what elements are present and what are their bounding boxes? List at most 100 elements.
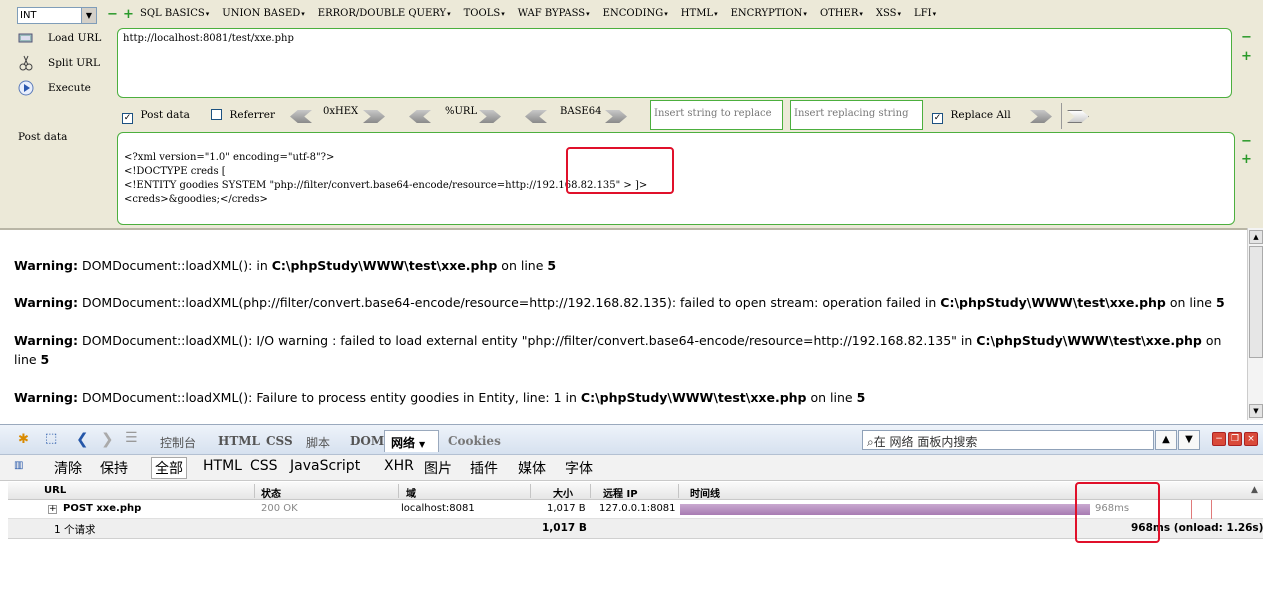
- hackbar-panel: INT ▼ − + SQL BASICS UNION BASED ERROR/D…: [0, 0, 1263, 228]
- plus-icon[interactable]: +: [123, 8, 134, 21]
- scissors-icon: [18, 55, 34, 71]
- tab-cookies[interactable]: Cookies: [448, 434, 501, 448]
- column-status[interactable]: 状态: [261, 485, 281, 500]
- filter-css[interactable]: CSS: [250, 458, 278, 474]
- warning-text: DOMDocument::loadXML(): I/O warning : fa…: [77, 333, 977, 348]
- close-icon[interactable]: ×: [1244, 432, 1258, 446]
- column-size[interactable]: 大小: [553, 485, 573, 500]
- list-icon[interactable]: ☰: [125, 430, 138, 446]
- url-decode-arrow-icon[interactable]: [409, 110, 431, 123]
- tab-html[interactable]: HTML: [218, 434, 260, 448]
- tab-network-label: 网络: [391, 436, 416, 450]
- xhr-icon[interactable]: ▥: [14, 460, 23, 471]
- hex-encode-arrow-icon[interactable]: [363, 110, 385, 123]
- warning-line: 5: [40, 352, 50, 367]
- insert-string-input[interactable]: Insert string to replace: [650, 100, 783, 130]
- tab-css[interactable]: CSS: [266, 434, 293, 448]
- menu-waf-bypass[interactable]: WAF BYPASS: [518, 8, 590, 24]
- expand-icon[interactable]: +: [48, 505, 57, 514]
- load-url-icon: [18, 30, 34, 46]
- filter-fonts[interactable]: 字体: [565, 458, 593, 478]
- minimize-icon[interactable]: −: [1212, 432, 1226, 446]
- column-domain[interactable]: 域: [406, 485, 416, 500]
- filter-javascript[interactable]: JavaScript: [290, 458, 360, 474]
- menu-xss[interactable]: XSS: [876, 8, 901, 24]
- menu-encoding[interactable]: ENCODING: [603, 8, 668, 24]
- plus-icon[interactable]: +: [1241, 153, 1252, 166]
- base64-decode-arrow-icon[interactable]: [525, 110, 547, 123]
- panel-search-input[interactable]: ⌕在 网络 面板内搜索: [862, 430, 1154, 450]
- menu-union-based[interactable]: UNION BASED: [222, 8, 305, 24]
- domcontent-marker: [1211, 500, 1212, 519]
- warning-message: Warning: DOMDocument::loadXML(): I/O war…: [14, 331, 1239, 369]
- plus-icon[interactable]: +: [1241, 50, 1252, 63]
- filter-plugins[interactable]: 插件: [470, 458, 498, 478]
- filter-clear[interactable]: 清除: [54, 458, 82, 478]
- filter-images[interactable]: 图片: [424, 458, 452, 478]
- forward-icon[interactable]: ❯: [101, 430, 114, 448]
- load-url-button[interactable]: Load URL: [18, 28, 101, 48]
- firebug-icon[interactable]: ✱: [18, 432, 29, 447]
- filter-all[interactable]: 全部: [151, 457, 187, 479]
- minus-icon[interactable]: −: [1241, 31, 1252, 44]
- scroll-up-icon[interactable]: ▲: [1249, 230, 1263, 244]
- vertical-scrollbar[interactable]: ▲ ▼: [1247, 228, 1263, 420]
- minus-icon[interactable]: −: [1241, 135, 1252, 148]
- search-icon: ⌕: [867, 435, 874, 449]
- scroll-down-icon[interactable]: ▼: [1249, 404, 1263, 418]
- tab-script[interactable]: 脚本: [306, 434, 330, 451]
- tab-dom[interactable]: DOM: [350, 434, 384, 448]
- filter-html[interactable]: HTML: [203, 458, 242, 474]
- menu-encryption[interactable]: ENCRYPTION: [731, 8, 807, 24]
- post-data-textarea[interactable]: <?xml version="1.0" encoding="utf-8"?> <!…: [117, 132, 1235, 225]
- post-data-checkbox-label: Post data: [140, 109, 190, 121]
- sort-up-icon[interactable]: ▲: [1251, 485, 1258, 495]
- minus-icon[interactable]: −: [107, 8, 118, 21]
- menu-html[interactable]: HTML: [681, 8, 718, 24]
- warning-online: on line: [1165, 295, 1216, 310]
- inspect-icon[interactable]: ⬚: [45, 431, 57, 446]
- column-remote-ip[interactable]: 远程 IP: [603, 485, 638, 500]
- divider: [1061, 103, 1062, 129]
- detach-icon[interactable]: ❐: [1228, 432, 1242, 446]
- chevron-down-icon[interactable]: ▼: [81, 8, 96, 23]
- url-encode-arrow-icon[interactable]: [479, 110, 501, 123]
- column-timeline[interactable]: 时间线: [690, 485, 720, 500]
- search-next-icon[interactable]: ▼: [1178, 430, 1200, 450]
- referrer-checkbox[interactable]: Referrer: [211, 108, 275, 121]
- timeline-bar: [680, 504, 1090, 515]
- back-icon[interactable]: ❮: [76, 430, 89, 448]
- filter-persist[interactable]: 保持: [100, 458, 128, 478]
- search-placeholder: 在 网络 面板内搜索: [873, 435, 978, 449]
- menu-other[interactable]: OTHER: [820, 8, 863, 24]
- request-url: POST xxe.php: [63, 503, 142, 514]
- execute-button[interactable]: Execute: [18, 78, 91, 98]
- split-url-button[interactable]: Split URL: [18, 53, 100, 73]
- column-url[interactable]: URL: [44, 485, 66, 496]
- type-select[interactable]: INT ▼: [17, 7, 97, 24]
- base64-encode-arrow-icon[interactable]: [605, 110, 627, 123]
- highlight-annotation: [1075, 482, 1160, 543]
- replace-all-arrow-icon[interactable]: [1067, 110, 1089, 123]
- tab-console[interactable]: 控制台: [160, 434, 196, 451]
- request-remote-ip: 127.0.0.1:8081: [599, 503, 676, 514]
- search-prev-icon[interactable]: ▲: [1155, 430, 1177, 450]
- menu-error-double-query[interactable]: ERROR/DOUBLE QUERY: [318, 8, 451, 24]
- tab-network[interactable]: 网络 ▼: [384, 430, 439, 452]
- menu-sql-basics[interactable]: SQL BASICS: [140, 8, 209, 24]
- hex-decode-arrow-icon[interactable]: [290, 110, 312, 123]
- replace-arrow-icon[interactable]: [1030, 110, 1052, 123]
- post-data-checkbox[interactable]: ✓ Post data: [122, 108, 190, 124]
- post-data-label: Post data: [18, 131, 68, 143]
- scroll-thumb[interactable]: [1249, 246, 1263, 358]
- filter-xhr[interactable]: XHR: [384, 458, 414, 474]
- column-divider: [254, 484, 255, 498]
- warning-text: DOMDocument::loadXML(): Failure to proce…: [77, 390, 581, 405]
- insert-replacing-input[interactable]: Insert replacing string: [790, 100, 923, 130]
- url-textarea[interactable]: http://localhost:8081/test/xxe.php: [117, 28, 1232, 98]
- replace-all-checkbox[interactable]: ✓ Replace All: [932, 108, 1011, 124]
- menu-tools[interactable]: TOOLS: [464, 8, 505, 24]
- warning-label: Warning:: [14, 295, 78, 310]
- filter-media[interactable]: 媒体: [518, 458, 546, 478]
- menu-lfi[interactable]: LFI: [914, 8, 936, 24]
